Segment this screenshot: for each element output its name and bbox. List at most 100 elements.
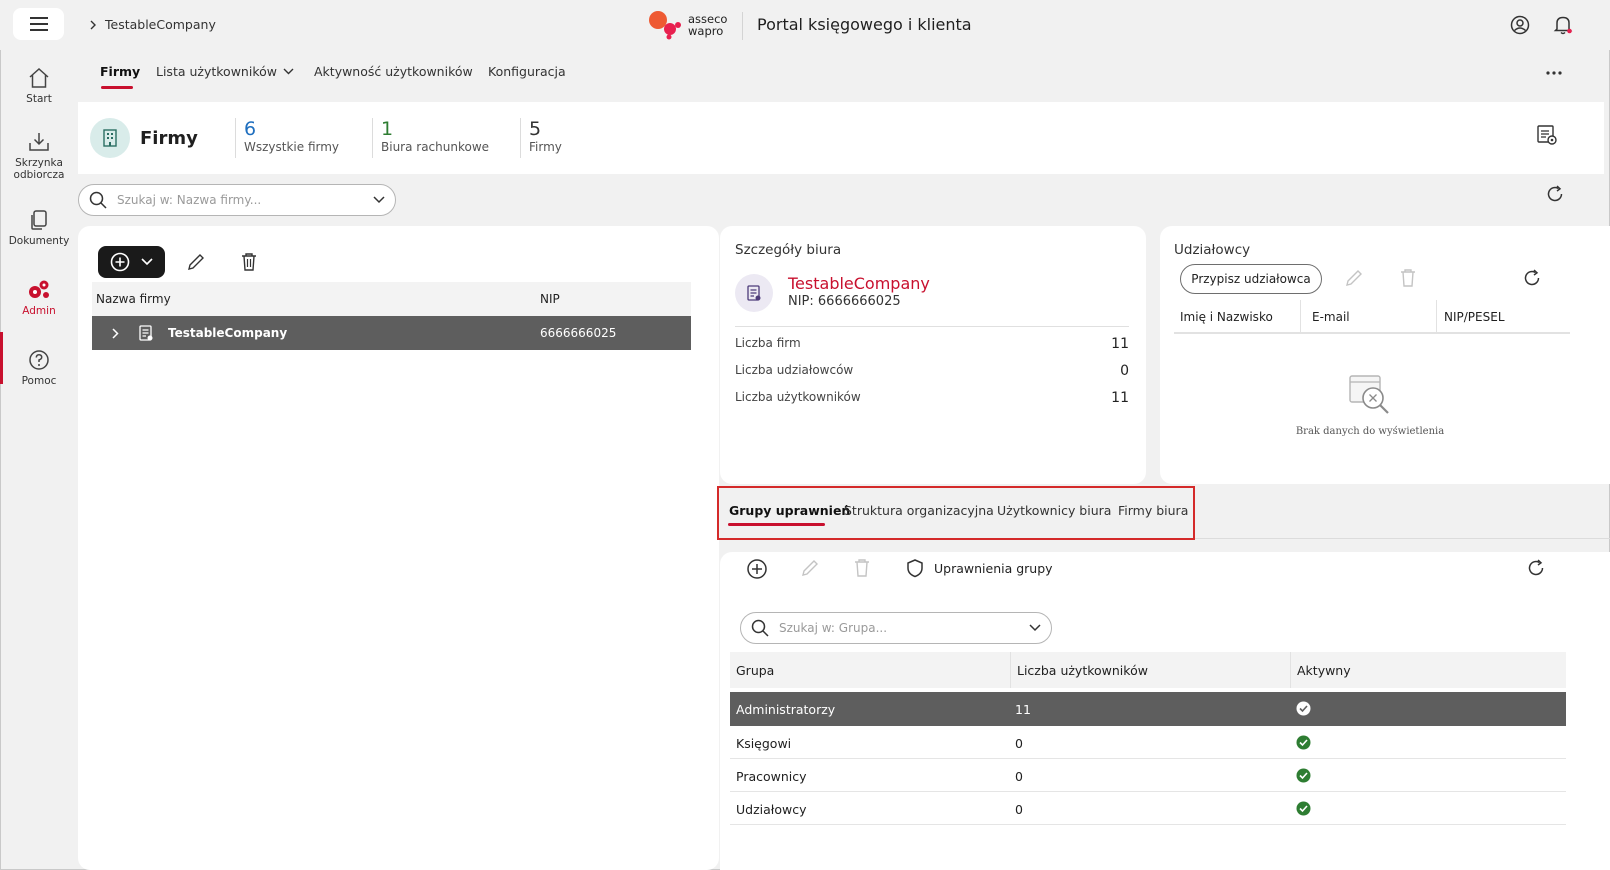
refresh-shareholders-button[interactable] bbox=[1522, 268, 1542, 291]
trash-icon bbox=[1401, 269, 1415, 287]
nav-label: Start bbox=[26, 93, 52, 105]
help-icon bbox=[29, 350, 49, 370]
nav-label: Skrzynka odbiorcza bbox=[13, 157, 65, 181]
assign-shareholder-button[interactable]: Przypisz udziałowca bbox=[1180, 264, 1322, 294]
refresh-icon bbox=[1524, 269, 1540, 286]
stat-value: 1 bbox=[381, 118, 394, 140]
pencil-icon bbox=[188, 254, 204, 270]
user-circle-icon bbox=[1510, 15, 1530, 35]
delete-company-button[interactable] bbox=[240, 252, 258, 275]
stat-all-companies[interactable]: 6 Wszystkie firmy bbox=[235, 118, 339, 158]
groups-table-header: Grupa Liczba użytkowników Aktywny bbox=[730, 652, 1566, 688]
add-group-button[interactable] bbox=[746, 558, 768, 583]
stat-accounting-offices[interactable]: 1 Biura rachunkowe bbox=[372, 118, 489, 158]
table-row[interactable]: Udziałowcy 0 bbox=[730, 792, 1566, 825]
refresh-icon bbox=[1547, 185, 1563, 202]
page-title: Firmy bbox=[140, 128, 198, 149]
tab-lista-uzytkownikow[interactable]: Lista użytkowników bbox=[156, 64, 294, 79]
nav-label: Admin bbox=[22, 305, 56, 317]
stat-label: Firmy bbox=[529, 140, 562, 154]
more-options-button[interactable] bbox=[1546, 64, 1562, 78]
add-company-button[interactable] bbox=[98, 246, 165, 278]
side-navigation: Start Skrzynka odbiorcza Dokumenty Admin… bbox=[0, 52, 78, 868]
detail-row: Liczba udziałowców 0 bbox=[735, 363, 1129, 379]
refresh-groups-button[interactable] bbox=[1526, 558, 1546, 581]
nav-label: Dokumenty bbox=[8, 235, 70, 247]
table-row[interactable]: TestableCompany 6666666025 bbox=[92, 316, 691, 350]
detail-label: Liczba użytkowników bbox=[735, 390, 861, 404]
user-account-button[interactable] bbox=[1508, 13, 1532, 37]
detail-value: 11 bbox=[1111, 336, 1129, 352]
expand-chevron-icon[interactable] bbox=[112, 328, 119, 339]
column-header-name[interactable]: Nazwa firmy bbox=[96, 292, 171, 306]
admin-gears-icon bbox=[29, 280, 49, 298]
check-circle-icon bbox=[1296, 801, 1311, 816]
company-name: TestableCompany bbox=[168, 326, 288, 340]
group-search[interactable]: Szukaj w: Grupa... bbox=[740, 612, 1052, 644]
shareholders-panel: Udziałowcy Przypisz udziałowca Imię i Na… bbox=[1160, 226, 1610, 484]
nav-admin[interactable]: Admin bbox=[0, 278, 78, 317]
column-header-nip[interactable]: NIP bbox=[540, 292, 560, 306]
delete-shareholder-button[interactable] bbox=[1399, 268, 1417, 291]
detail-value: 11 bbox=[1111, 390, 1129, 406]
check-circle-icon bbox=[1296, 735, 1311, 750]
table-row[interactable]: Pracownicy 0 bbox=[730, 759, 1566, 792]
top-bar: TestableCompany asseco wapro Portal księg… bbox=[0, 0, 1610, 50]
group-permissions-button[interactable]: Uprawnienia grupy bbox=[906, 558, 1053, 578]
column-header-email[interactable]: E-mail bbox=[1312, 310, 1350, 324]
detail-value: 0 bbox=[1120, 363, 1129, 379]
pencil-icon bbox=[1346, 270, 1362, 286]
delete-group-button[interactable] bbox=[853, 558, 871, 581]
edit-shareholder-button[interactable] bbox=[1344, 268, 1364, 291]
inbox-download-icon bbox=[29, 133, 49, 151]
shield-icon bbox=[907, 559, 923, 578]
nav-inbox[interactable]: Skrzynka odbiorcza bbox=[0, 130, 78, 181]
accounting-office-icon bbox=[747, 285, 761, 301]
group-name: Udziałowcy bbox=[736, 802, 807, 817]
office-logo bbox=[735, 274, 773, 312]
bell-icon bbox=[1553, 16, 1573, 35]
nav-label: Pomoc bbox=[21, 375, 57, 387]
column-header-user-count[interactable]: Liczba użytkowników bbox=[1017, 663, 1148, 678]
home-icon bbox=[29, 67, 49, 88]
nav-documents[interactable]: Dokumenty bbox=[0, 208, 78, 247]
table-row[interactable]: Administratorzy 11 bbox=[730, 692, 1566, 726]
chevron-down-icon bbox=[141, 258, 153, 266]
detail-row: Liczba firm 11 bbox=[735, 336, 1129, 352]
nav-help[interactable]: Pomoc bbox=[0, 348, 78, 387]
active-tab-underline bbox=[101, 86, 133, 89]
stat-companies[interactable]: 5 Firmy bbox=[520, 118, 562, 158]
column-divider bbox=[1290, 652, 1291, 688]
office-nip: NIP: 6666666025 bbox=[788, 294, 901, 309]
edit-company-button[interactable] bbox=[186, 252, 206, 275]
tab-aktywnosc-uzytkownikow[interactable]: Aktywność użytkowników bbox=[314, 64, 473, 79]
refresh-button[interactable] bbox=[1545, 184, 1565, 207]
column-header-group[interactable]: Grupa bbox=[736, 663, 774, 678]
nav-start[interactable]: Start bbox=[0, 66, 78, 105]
tab-konfiguracja[interactable]: Konfiguracja bbox=[488, 64, 566, 79]
tab-firmy[interactable]: Firmy bbox=[100, 64, 140, 79]
column-header-name[interactable]: Imię i Nazwisko bbox=[1180, 310, 1273, 324]
chevron-down-icon bbox=[1029, 624, 1041, 632]
chevron-right-icon bbox=[90, 20, 96, 29]
logo-text-line2: wapro bbox=[688, 24, 724, 38]
group-name: Administratorzy bbox=[736, 702, 836, 717]
column-divider bbox=[1436, 300, 1437, 334]
table-row[interactable]: Księgowi 0 bbox=[730, 726, 1566, 759]
shareholders-table-header: Imię i Nazwisko E-mail NIP/PESEL bbox=[1174, 300, 1570, 334]
edit-group-button[interactable] bbox=[800, 558, 820, 581]
building-icon bbox=[103, 129, 117, 147]
refresh-icon bbox=[1528, 559, 1544, 576]
chevron-down-icon bbox=[283, 68, 294, 75]
notifications-button[interactable] bbox=[1551, 13, 1575, 37]
column-header-nip-pesel[interactable]: NIP/PESEL bbox=[1444, 310, 1505, 324]
company-search[interactable]: Szukaj w: Nazwa firmy... bbox=[78, 184, 396, 216]
menu-button[interactable] bbox=[13, 8, 64, 40]
stat-value: 6 bbox=[244, 118, 257, 140]
report-settings-button[interactable] bbox=[1536, 124, 1558, 149]
breadcrumb: TestableCompany bbox=[90, 17, 216, 32]
breadcrumb-item[interactable]: TestableCompany bbox=[105, 17, 216, 32]
group-user-count: 11 bbox=[1015, 702, 1031, 717]
column-header-active[interactable]: Aktywny bbox=[1297, 663, 1351, 678]
tab-label: Lista użytkowników bbox=[156, 64, 277, 79]
